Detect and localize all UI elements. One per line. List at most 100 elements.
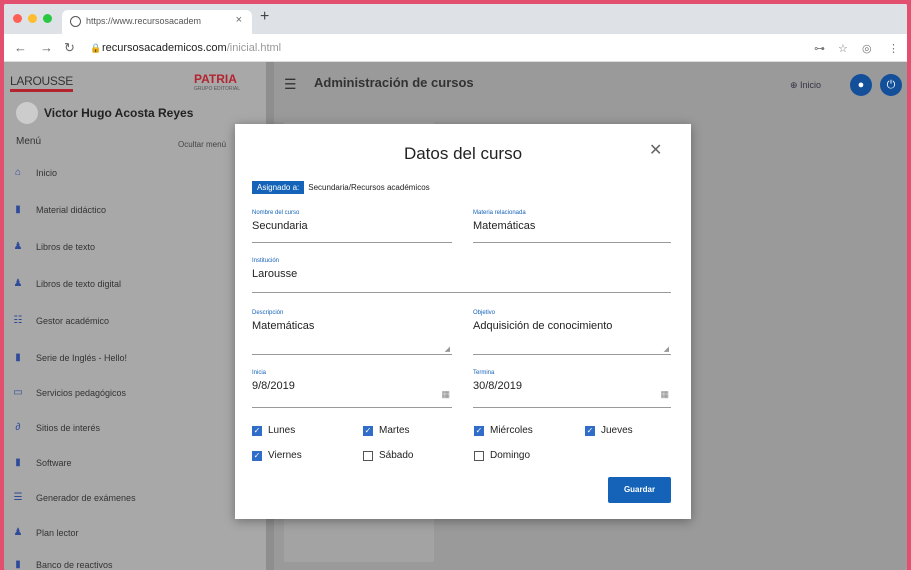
globe-icon	[70, 16, 81, 27]
field-label: Materia relacionada	[473, 210, 526, 216]
field-value: Larousse	[252, 268, 298, 280]
checkbox-label: Miércoles	[490, 425, 533, 436]
checkbox-label: Jueves	[601, 425, 633, 436]
sidebar-item-label: Material didáctico	[36, 205, 107, 215]
maximize-window-button[interactable]	[43, 14, 52, 23]
sidebar-item-software[interactable]: ▮ Software	[12, 458, 72, 469]
institution-field[interactable]: Institución Larousse	[252, 258, 671, 293]
sidebar-item-label: Libros de texto digital	[36, 279, 122, 289]
description-field[interactable]: Descripción Matemáticas ◢	[252, 310, 452, 355]
window-controls	[13, 14, 52, 23]
forward-icon[interactable]: →	[40, 40, 53, 55]
sidebar-item-libros-digital[interactable]: ♟ Libros de texto digital	[12, 279, 122, 290]
checkbox-label: Lunes	[268, 425, 296, 436]
checkbox-sabado[interactable]: Sábado	[363, 450, 413, 461]
close-window-button[interactable]	[13, 14, 22, 23]
close-icon[interactable]: ✕	[649, 140, 662, 160]
checkbox-domingo[interactable]: Domingo	[474, 450, 530, 461]
power-icon[interactable]: ⏻	[880, 74, 902, 96]
checkbox-martes[interactable]: ✓ Martes	[363, 425, 410, 436]
close-tab-icon[interactable]: ×	[236, 14, 242, 26]
books-icon: ♟	[13, 241, 23, 252]
field-label: Descripción	[252, 310, 284, 316]
book-icon: ▮	[15, 352, 21, 363]
user-name: Victor Hugo Acosta Reyes	[44, 106, 194, 120]
browser-tab[interactable]: https://www.recursosacadem ×	[62, 10, 252, 34]
hide-menu-link[interactable]: Ocultar menú	[178, 140, 226, 149]
top-header: ☰ Administración de cursos ⊕ Inicio ● ⏻	[274, 62, 907, 104]
assigned-row: Asignado a: Secundaria/Recursos académic…	[252, 181, 430, 194]
assigned-badge: Asignado a:	[252, 181, 305, 194]
sidebar-item-servicios[interactable]: ▭ Servicios pedagógicos	[12, 388, 126, 399]
checkbox-jueves[interactable]: ✓ Jueves	[585, 425, 633, 436]
checkbox-label: Sábado	[379, 450, 414, 461]
new-tab-button[interactable]: +	[260, 8, 269, 26]
key-icon[interactable]: ⊶	[814, 42, 825, 55]
bank-icon: ▮	[15, 559, 21, 570]
sidebar-item-inicio[interactable]: ⌂ Inicio	[12, 167, 57, 179]
field-label: Termina	[473, 370, 495, 376]
sidebar-item-label: Software	[36, 458, 72, 468]
field-value: Matemáticas	[252, 320, 315, 332]
list-icon: ☰	[13, 492, 23, 503]
course-name-field[interactable]: Nombre del curso Secundaria	[252, 210, 452, 243]
sidebar-item-sitios[interactable]: ∂ Sitios de interés	[12, 423, 101, 434]
resize-grip-icon[interactable]: ◢	[664, 345, 669, 353]
url-host: recursosacademicos.com	[102, 42, 227, 54]
sidebar-item-ingles[interactable]: ▮ Serie de Inglés - Hello!	[12, 352, 128, 364]
checkbox-checked-icon: ✓	[474, 425, 484, 436]
notifications-icon[interactable]: ●	[850, 74, 872, 96]
resize-grip-icon[interactable]: ◢	[445, 345, 450, 353]
home-icon: ⌂	[14, 167, 22, 178]
more-icon[interactable]: ⋮	[888, 42, 899, 55]
reader-icon: ♟	[13, 527, 23, 538]
subject-field[interactable]: Materia relacionada Matemáticas	[473, 210, 671, 243]
field-value: 9/8/2019	[252, 380, 295, 392]
back-icon[interactable]: ←	[14, 40, 27, 55]
avatar	[16, 102, 38, 124]
url-field[interactable]: 🔒 recursosacademicos.com/inicial.html	[90, 38, 790, 58]
sidebar-item-label: Banco de reactivos	[36, 560, 113, 570]
outer-frame: https://www.recursosacadem × + ← → ↻ 🔒 r…	[0, 0, 911, 570]
tab-bar: https://www.recursosacadem × +	[4, 4, 907, 34]
field-label: Institución	[252, 258, 280, 264]
field-label: Inicia	[252, 370, 267, 376]
patria-logo-text: PATRIA	[194, 72, 237, 86]
lock-icon: 🔒	[90, 43, 102, 53]
address-bar: ← → ↻ 🔒 recursosacademicos.com/inicial.h…	[4, 34, 907, 62]
sidebar-item-libros[interactable]: ♟ Libros de texto	[12, 241, 96, 253]
larousse-logo: LAROUSSE	[10, 74, 73, 92]
sidebar-item-examenes[interactable]: ☰ Generador de exámenes	[12, 492, 136, 504]
checkbox-checked-icon: ✓	[252, 450, 262, 461]
start-date-field[interactable]: Inicia 9/8/2019 ▦	[252, 370, 452, 408]
menu-label: Menú	[16, 136, 42, 147]
field-label: Objetivo	[473, 310, 496, 316]
calendar-icon[interactable]: ▦	[660, 389, 669, 400]
page-title: Administración de cursos	[314, 75, 474, 90]
course-modal: Datos del curso ✕ Asignado a: Secundaria…	[235, 124, 691, 519]
save-button[interactable]: Guardar	[608, 477, 671, 503]
objective-field[interactable]: Objetivo Adquisición de conocimiento ◢	[473, 310, 671, 355]
checkbox-lunes[interactable]: ✓ Lunes	[252, 425, 295, 436]
sidebar-item-gestor[interactable]: ☷ Gestor académico	[12, 316, 110, 327]
browser-window: https://www.recursosacadem × + ← → ↻ 🔒 r…	[4, 4, 907, 570]
sidebar-item-label: Serie de Inglés - Hello!	[36, 353, 128, 363]
reload-icon[interactable]: ↻	[64, 40, 75, 56]
checkbox-unchecked-icon	[363, 450, 373, 461]
checkbox-label: Viernes	[268, 450, 302, 461]
sidebar-item-banco[interactable]: ▮ Banco de reactivos	[12, 559, 113, 570]
calendar-icon[interactable]: ▦	[441, 389, 450, 400]
extension-icon[interactable]: ◎	[862, 42, 872, 55]
inicio-link[interactable]: ⊕ Inicio	[790, 80, 821, 91]
tab-title: https://www.recursosacadem	[86, 16, 202, 26]
checkbox-viernes[interactable]: ✓ Viernes	[252, 450, 302, 461]
field-label: Nombre del curso	[252, 210, 300, 216]
checkbox-miercoles[interactable]: ✓ Miércoles	[474, 425, 533, 436]
hamburger-icon[interactable]: ☰	[284, 76, 297, 93]
end-date-field[interactable]: Termina 30/8/2019 ▦	[473, 370, 671, 408]
minimize-window-button[interactable]	[28, 14, 37, 23]
star-icon[interactable]: ☆	[838, 42, 848, 55]
sidebar-item-material[interactable]: ▮ Material didáctico	[12, 205, 107, 216]
sidebar: LAROUSSE PATRIA GRUPO EDITORIAL Victor Hu…	[4, 62, 266, 570]
sidebar-item-plan-lector[interactable]: ♟ Plan lector	[12, 527, 79, 539]
